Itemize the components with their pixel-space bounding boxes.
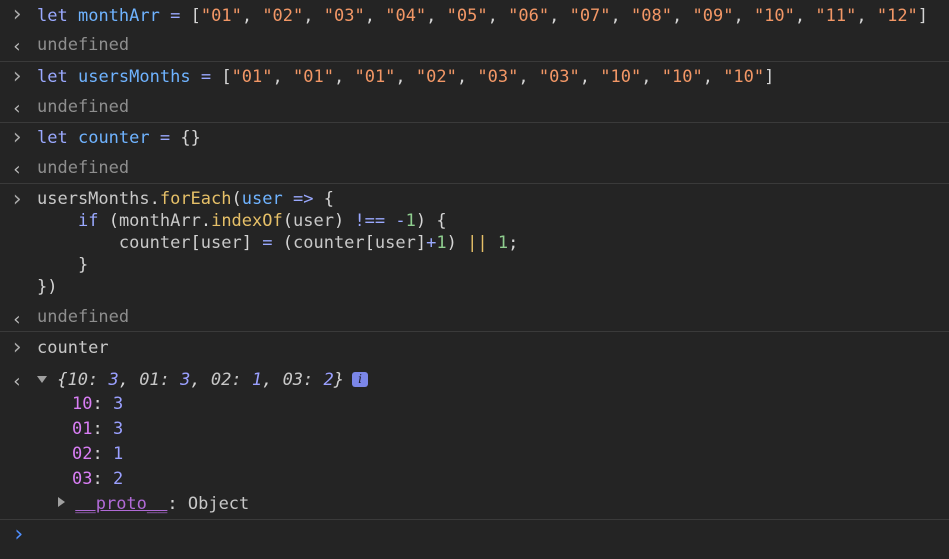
console-input-line[interactable]: counter[user] = (counter[user]+1) || 1; [37,232,518,254]
output-arrow-icon [10,36,24,57]
output-arrow-icon [10,98,24,119]
console-output: undefined [37,158,130,178]
info-icon[interactable]: i [352,372,369,387]
object-summary[interactable]: {10: 3, 01: 3, 02: 1, 03: 2} i [37,369,369,391]
console-input-line[interactable]: let monthArr = ["01", "02", "03", "04", … [37,5,928,27]
console-input-line[interactable]: let usersMonths = ["01", "01", "01", "02… [37,66,774,88]
proto-property[interactable]: __proto__: Object [58,493,249,515]
chevron-right-icon: › [12,522,26,547]
console-input-line[interactable]: } [37,254,88,276]
console-output: undefined [37,307,130,327]
output-arrow-icon [10,309,24,330]
console-output: undefined [37,35,130,55]
output-arrow-icon [10,159,24,180]
console-input-line[interactable]: if (monthArr.indexOf(user) !== -1) { [37,210,447,232]
console-entry-2: let usersMonths = ["01", "01", "01", "02… [0,61,949,122]
output-arrow-icon [10,371,24,392]
object-property: 10: 3 [72,394,124,414]
input-chevron-icon [10,130,24,148]
console-entry-5: counter {10: 3, 01: 3, 02: 1, 03: 2}i 10… [0,331,949,519]
expand-triangle-icon[interactable] [37,376,47,383]
console-input-line[interactable]: counter [37,337,109,359]
input-chevron-icon [10,69,24,87]
console-input-line[interactable]: }) [37,276,57,298]
console-prompt-input[interactable] [37,525,917,547]
entry-divider [0,519,949,520]
input-chevron-icon [10,340,24,358]
input-chevron-icon [10,7,24,25]
console-output: undefined [37,97,130,117]
console-entry-4: usersMonths.forEach(user => { if (monthA… [0,183,949,331]
console-entry-3: let counter = {} undefined [0,122,949,183]
console-entry-1: let monthArr = ["01", "02", "03", "04", … [0,0,949,61]
expand-triangle-icon[interactable] [58,497,65,507]
console-input-line[interactable]: usersMonths.forEach(user => { [37,188,334,210]
console-input-line[interactable]: let counter = {} [37,127,201,149]
object-property: 02: 1 [72,444,124,464]
object-property: 03: 2 [72,469,124,489]
input-chevron-icon [10,192,24,210]
object-property: 01: 3 [72,419,124,439]
